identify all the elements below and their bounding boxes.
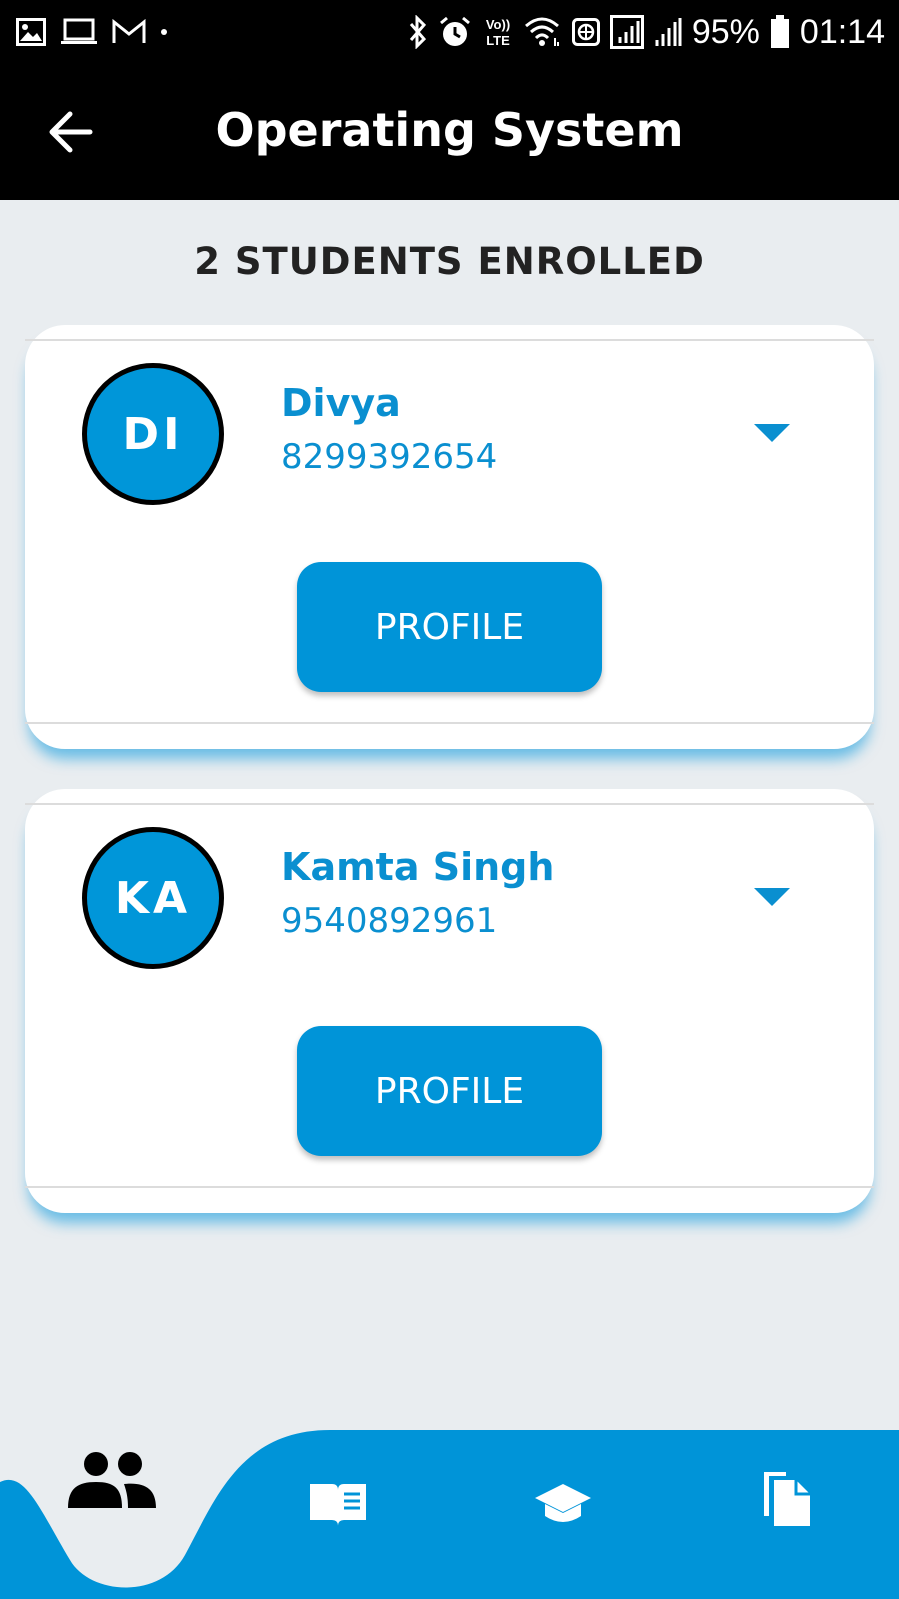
laptop-icon: [61, 18, 97, 44]
alarm-icon: [439, 16, 470, 46]
chevron-down-icon[interactable]: [752, 420, 792, 444]
student-card: KA Kamta Singh 9540892961 PROFILE: [25, 789, 874, 1213]
student-card: DI Divya 8299392654 PROFILE: [25, 325, 874, 749]
divider: [25, 722, 874, 724]
documents-icon[interactable]: [760, 1466, 814, 1528]
divider: [25, 339, 874, 341]
student-name: Kamta Singh: [281, 845, 555, 889]
svg-text:LTE: LTE: [486, 33, 510, 48]
profile-button[interactable]: PROFILE: [297, 1026, 602, 1156]
page-title: Operating System: [215, 103, 684, 157]
wifi-icon: [524, 17, 559, 46]
app-bar: Operating System: [0, 64, 899, 200]
battery-icon: [770, 15, 789, 48]
chevron-down-icon[interactable]: [752, 884, 792, 908]
bottom-navigation: [0, 1430, 899, 1599]
gallery-icon: [16, 18, 46, 46]
battery-percent: 95%: [691, 13, 760, 51]
book-icon[interactable]: [308, 1480, 368, 1528]
gmail-icon: [112, 19, 146, 43]
vpn-icon: [571, 18, 600, 46]
avatar: KA: [82, 827, 224, 969]
student-phone: 9540892961: [281, 901, 498, 941]
svg-text:Vo)): Vo)): [486, 17, 510, 32]
student-phone: 8299392654: [281, 437, 498, 477]
volte-icon: Vo)) LTE: [486, 17, 510, 48]
signal-icon: [655, 18, 682, 46]
dot-icon: [161, 29, 167, 35]
profile-button[interactable]: PROFILE: [297, 562, 602, 692]
divider: [25, 1186, 874, 1188]
status-right-icons: Vo)) LTE 95% 01:14: [408, 10, 885, 54]
clock: 01:14: [799, 13, 885, 51]
avatar: DI: [82, 363, 224, 505]
divider: [25, 803, 874, 805]
students-icon[interactable]: [64, 1448, 160, 1512]
status-left-icons: [16, 12, 168, 52]
enrolled-count-heading: 2 STUDENTS ENROLLED: [194, 240, 705, 283]
bluetooth-icon: [409, 15, 426, 49]
signal-icon: [609, 15, 644, 49]
student-name: Divya: [281, 381, 401, 425]
status-bar: Vo)) LTE 95% 01:14: [0, 0, 899, 64]
graduation-cap-icon[interactable]: [533, 1480, 593, 1528]
